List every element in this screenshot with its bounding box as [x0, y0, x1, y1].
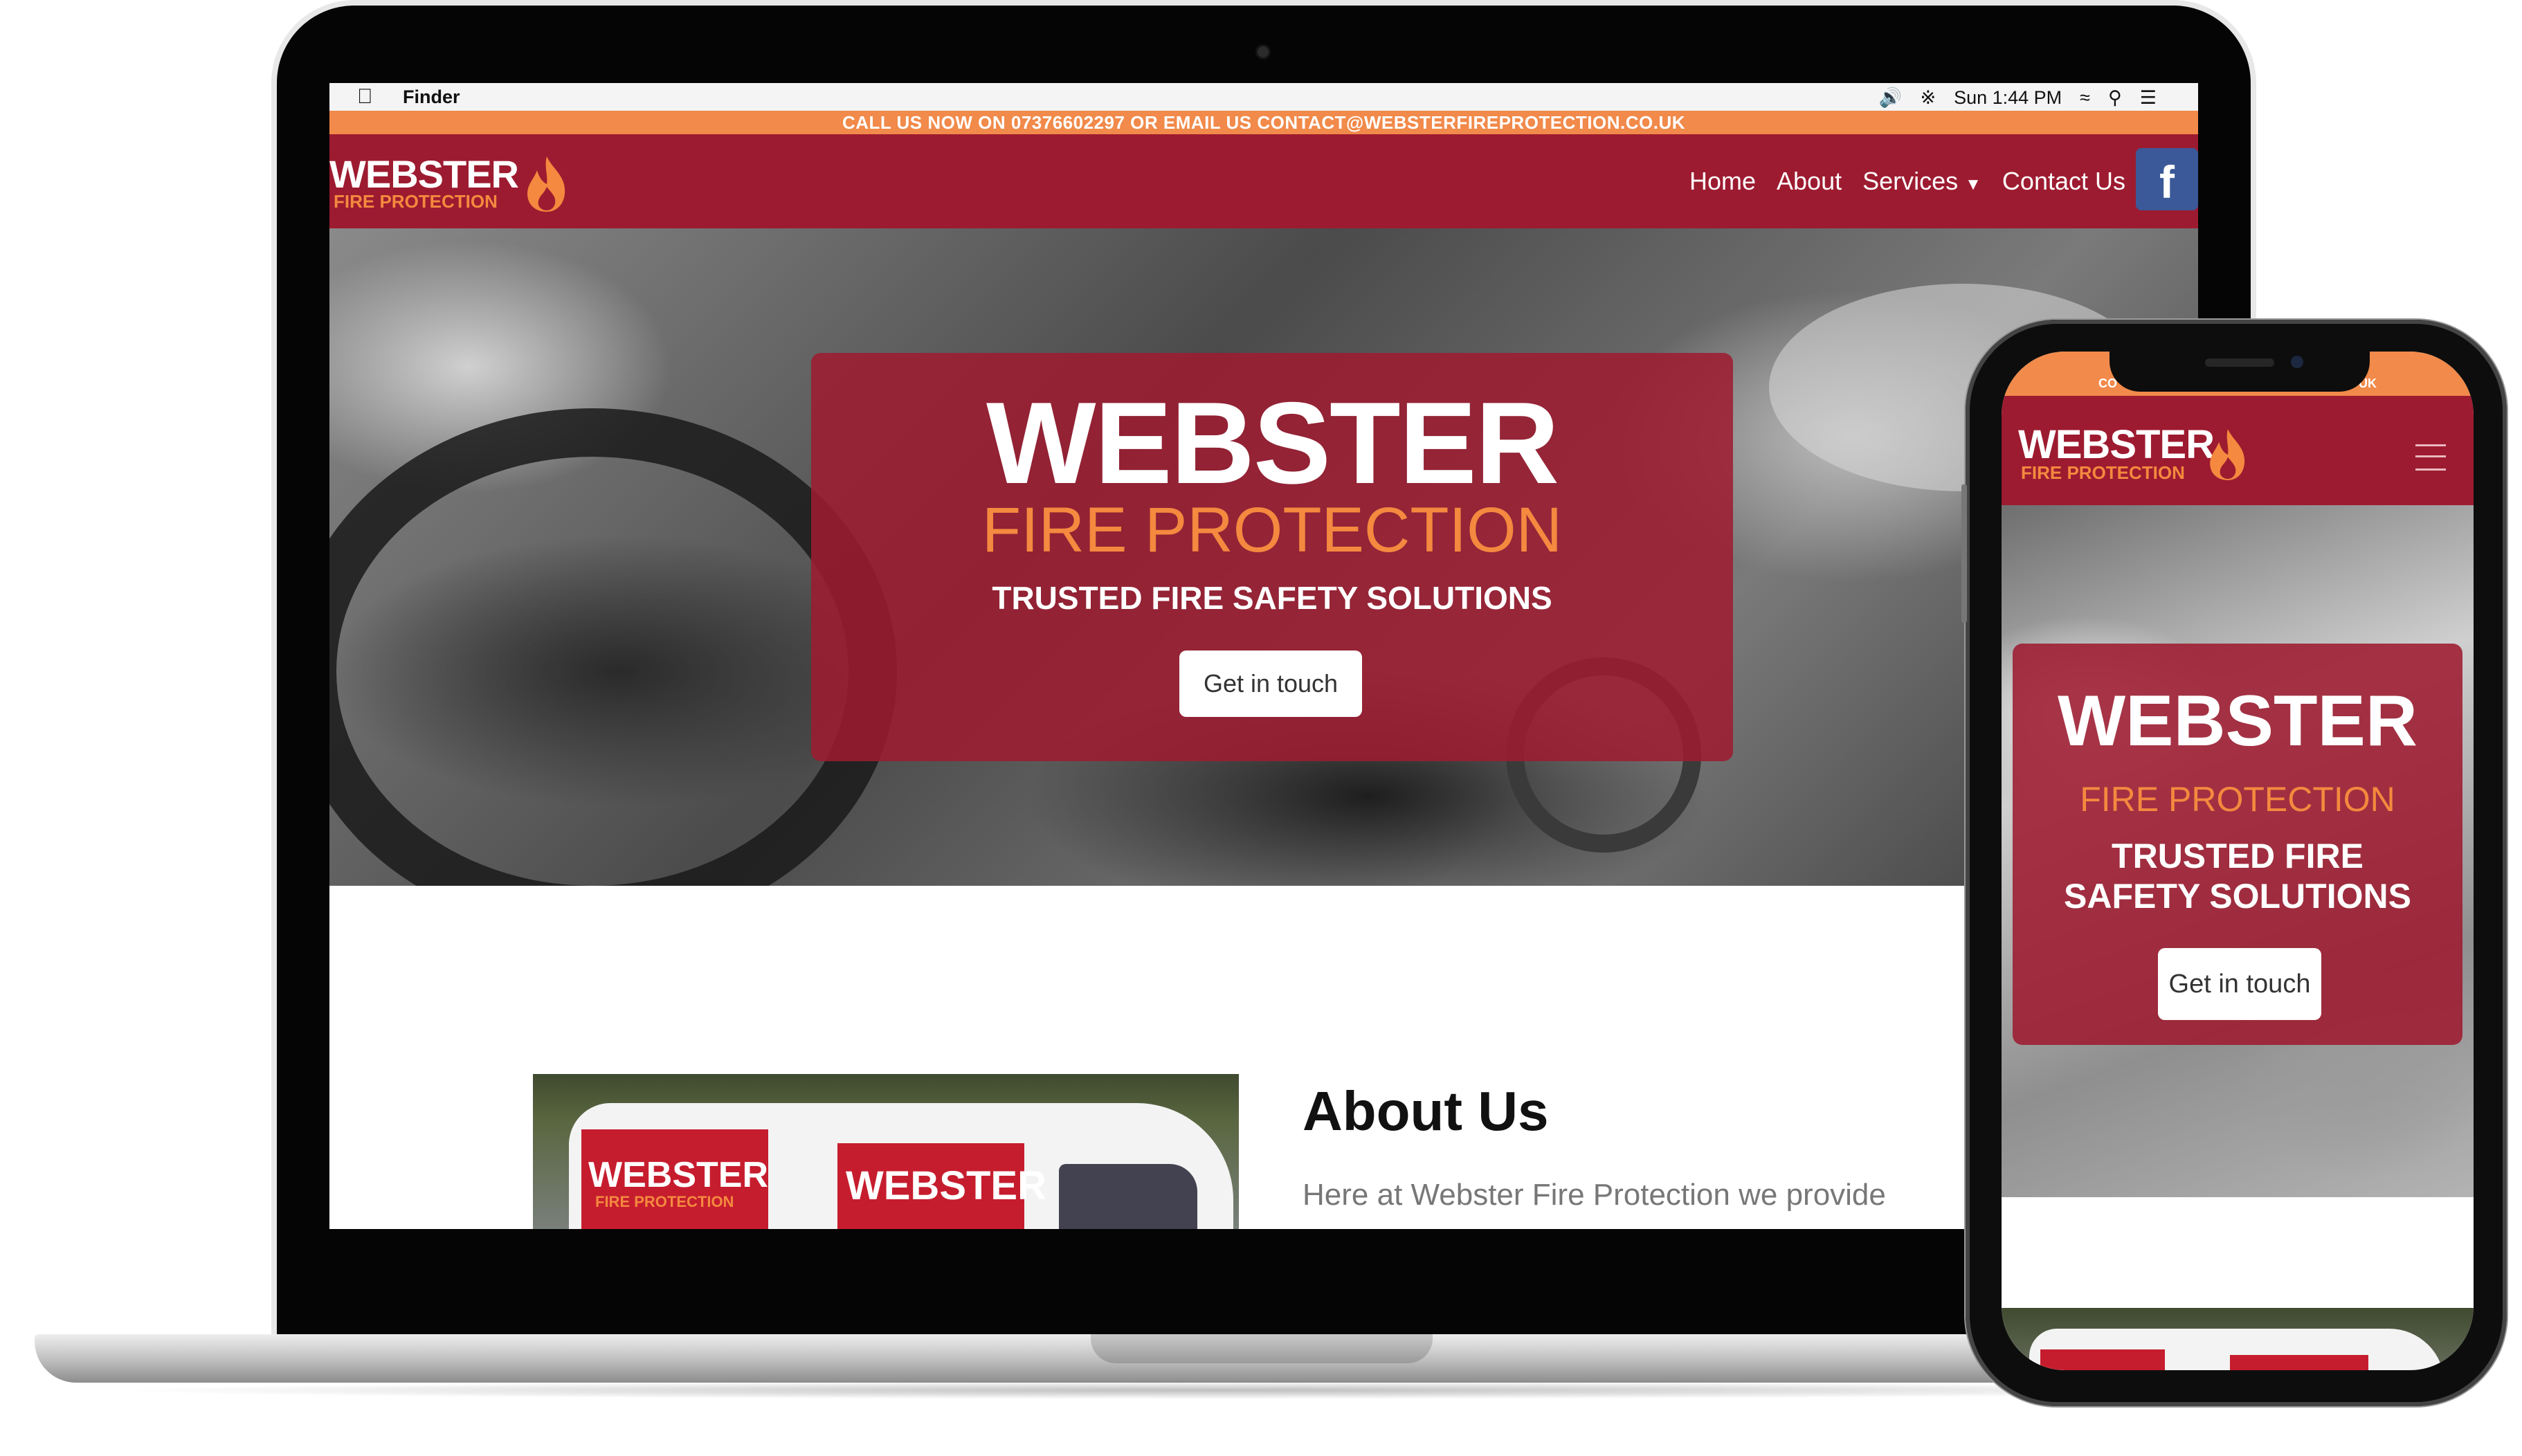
hero-tagline: TRUSTED FIRE SAFETY SOLUTIONS	[992, 580, 1552, 616]
facebook-icon: f	[2159, 156, 2175, 208]
phone-get-in-touch-button[interactable]: Get in touch	[2158, 948, 2321, 1020]
about-van-image: WEBSTER FIRE PROTECTION WEBSTER	[533, 1074, 1239, 1229]
logo-sub-text: FIRE PROTECTION	[334, 191, 498, 212]
nav-about-link[interactable]: About	[1766, 167, 1852, 196]
phone-notch	[2110, 345, 2370, 392]
phone-hero-card: WEBSTER FIRE PROTECTION TRUSTED FIRE SAF…	[2013, 644, 2462, 1045]
flame-icon	[527, 156, 565, 212]
nav-home-link[interactable]: Home	[1679, 167, 1766, 196]
volume-icon[interactable]: 🔊	[1879, 87, 1903, 109]
van-panel	[2040, 1349, 2165, 1370]
hamburger-menu-icon[interactable]	[2415, 444, 2446, 471]
menubar-status-area: 🔊 ※ Sun 1:44 PM ≈ ⚲ ☰	[1879, 87, 2157, 109]
phone-hero: WEBSTER FIRE PROTECTION TRUSTED FIRE SAF…	[2002, 505, 2474, 1197]
site-navbar: WEBSTER FIRE PROTECTION Home About Servi…	[329, 134, 2198, 228]
laptop-camera	[1255, 44, 1271, 60]
apple-icon[interactable]: 	[357, 85, 373, 109]
menubar-app-name[interactable]: Finder	[403, 87, 460, 108]
phone-camera	[2291, 356, 2303, 368]
laptop-base-notch	[1091, 1334, 1433, 1363]
flame-icon	[2210, 429, 2245, 480]
menubar-clock[interactable]: Sun 1:44 PM	[1954, 87, 2062, 109]
van-logo-text: WEBSTER	[588, 1155, 768, 1195]
wifi-icon[interactable]: ≈	[2080, 87, 2090, 109]
logo-main-text: WEBSTER	[329, 152, 519, 196]
van-window	[1059, 1164, 1197, 1229]
bluetooth-icon[interactable]: ※	[1920, 87, 1936, 109]
site-logo[interactable]: WEBSTER FIRE PROTECTION	[329, 152, 579, 212]
phone-screen: CO UK WEBSTER FIRE PROTECTION WEBSTER FI…	[2002, 352, 2474, 1370]
van-logo-text: WEBSTER	[846, 1163, 1046, 1208]
phone-speaker	[2205, 358, 2274, 367]
nav-contact-link[interactable]: Contact Us	[1992, 167, 2136, 196]
hero-title: WEBSTER	[986, 378, 1559, 508]
hero-subtitle: FIRE PROTECTION	[981, 495, 1563, 565]
phone-hero-title: WEBSTER	[2058, 681, 2417, 761]
van-logo-subtext: FIRE PROTECTION	[595, 1193, 734, 1210]
about-intro: Here at Webster Fire Protection we provi…	[1303, 1178, 1886, 1212]
phone-van-image	[2002, 1308, 2474, 1370]
hero-section: WEBSTER FIRE PROTECTION TRUSTED FIRE SAF…	[329, 228, 2198, 886]
phone-side-button	[1961, 484, 1967, 623]
phone-content-gap	[2002, 1197, 2474, 1308]
caret-down-icon: ▼	[1965, 175, 1981, 194]
about-title: About Us	[1303, 1080, 1549, 1142]
phone-navbar: WEBSTER FIRE PROTECTION	[2002, 396, 2474, 505]
mac-menubar:  Finder 🔊 ※ Sun 1:44 PM ≈ ⚲ ☰	[329, 83, 2198, 111]
phone-hero-subtitle: FIRE PROTECTION	[2080, 780, 2395, 819]
facebook-button[interactable]: f	[2136, 148, 2198, 210]
list-icon[interactable]: ☰	[2140, 87, 2157, 109]
nav-links: Home About Services ▼ Contact Us	[1679, 134, 2136, 228]
hero-card: WEBSTER FIRE PROTECTION TRUSTED FIRE SAF…	[811, 353, 1733, 761]
search-icon[interactable]: ⚲	[2108, 87, 2122, 109]
contact-strip: CALL US NOW ON 07376602297 OR EMAIL US C…	[329, 111, 2198, 134]
phone-logo-sub: FIRE PROTECTION	[2021, 462, 2185, 483]
phone-hero-tagline: TRUSTED FIRE SAFETY SOLUTIONS	[2064, 837, 2411, 916]
get-in-touch-button[interactable]: Get in touch	[1179, 650, 1362, 717]
laptop-screen:  Finder 🔊 ※ Sun 1:44 PM ≈ ⚲ ☰ CALL US N…	[329, 83, 2198, 1229]
van-panel	[2230, 1355, 2368, 1370]
phone-logo-main[interactable]: WEBSTER	[2018, 425, 2215, 465]
nav-services-label: Services	[1862, 167, 1959, 195]
nav-services-dropdown[interactable]: Services ▼	[1852, 167, 1992, 196]
